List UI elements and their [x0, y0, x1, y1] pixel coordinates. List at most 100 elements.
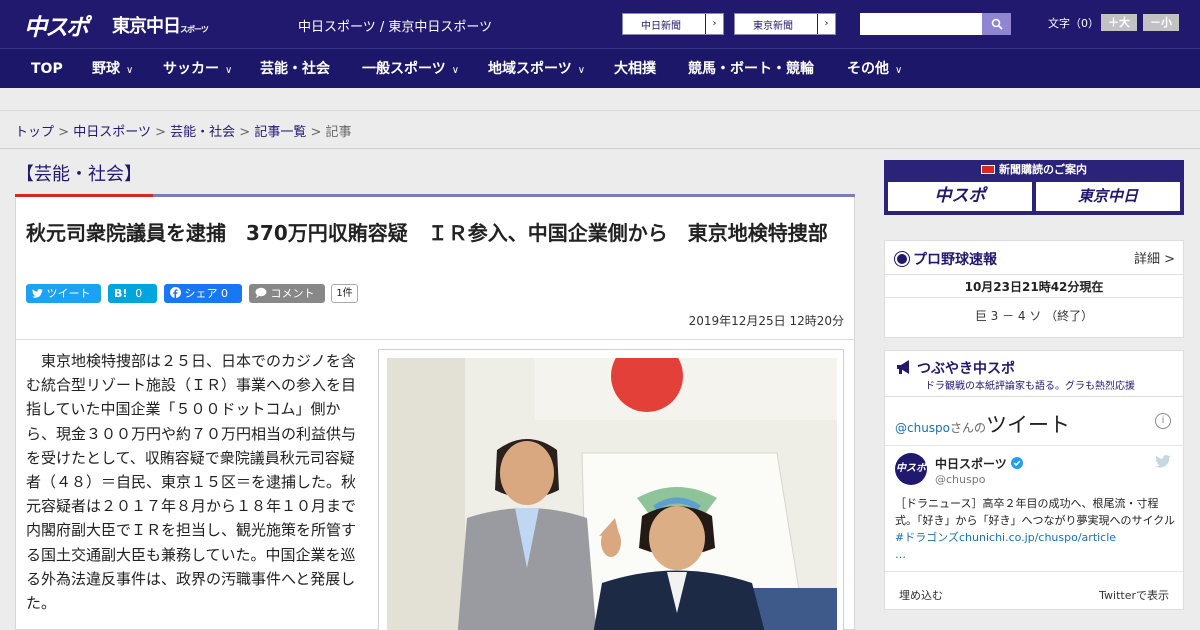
twitter-timeline-header: @chuspoさんのツイート: [895, 409, 1070, 439]
nav-label: 一般スポーツ: [362, 61, 446, 77]
breadcrumb-sep: >: [310, 125, 322, 140]
tweet-more[interactable]: …: [895, 548, 906, 561]
font-size-label: 文字（0）: [1048, 17, 1099, 30]
twitter-widget: つぶやき中スポ ドラ観戦の本紙評論家も語る。グラも熱烈応援 @chuspoさんの…: [884, 350, 1184, 610]
twitter-header-divider: [885, 445, 1183, 446]
font-increase-button[interactable]: ＋大: [1101, 14, 1137, 31]
baseball-title-text: プロ野球速報: [913, 252, 997, 268]
newspaper-icon: [981, 165, 995, 174]
tokyo-shimbun-link[interactable]: 東京新聞 ›: [734, 13, 836, 35]
subscription-tokyo-chunichi[interactable]: 東京中日: [1036, 182, 1180, 211]
nav-item-top[interactable]: TOP: [31, 49, 63, 89]
tweet-author-handle[interactable]: @chuspo: [935, 473, 985, 486]
hatena-button[interactable]: B! 0: [108, 284, 157, 303]
chevron-down-icon: ∨: [577, 65, 586, 76]
main-nav: TOP 野球 ∨ サッカー ∨ 芸能・社会 一般スポーツ ∨ 地域スポーツ ∨ 大相撲 …: [0, 48, 1200, 88]
site-title[interactable]: 中日スポーツ / 東京中日スポーツ: [298, 16, 492, 35]
nav-label: 野球: [92, 61, 120, 77]
subscription-label: 新聞購読のご案内: [884, 161, 1184, 177]
nav-label: 競馬・ボート・競輪: [688, 61, 814, 77]
breadcrumb-article-list[interactable]: 記事一覧: [254, 125, 306, 140]
article-body: 東京地検特捜部は２５日、日本でのカジノを含む統合型リゾート施設（ＩＲ）事業への参…: [26, 352, 357, 613]
baseball-icon: [895, 252, 909, 266]
speech-bubble-icon: [255, 287, 267, 298]
article-photo[interactable]: [378, 349, 844, 630]
nav-item-soccer[interactable]: サッカー ∨: [163, 49, 232, 89]
nav-label: TOP: [31, 61, 63, 77]
twitter-widget-divider: [885, 396, 1183, 397]
article-card: 秋元司衆院議員を逮捕 370万円収賄容疑 ＩＲ参入、中国企業側から 東京地検特捜…: [15, 197, 855, 630]
chevron-right-icon: ›: [705, 14, 723, 34]
baseball-more-link[interactable]: 詳細 >: [1134, 248, 1175, 267]
tweet-text: ［ドラニュース］高卒２年目の成功へ、根尾流・寸程式。「好き」から「好き」へつなが…: [895, 495, 1177, 563]
article-date: 2019年12月25日 12時20分: [688, 314, 844, 328]
article-divider: [16, 339, 854, 340]
twitter-bird-icon[interactable]: [1155, 455, 1171, 468]
breadcrumb-entertainment[interactable]: 芸能・社会: [170, 125, 235, 140]
baseball-scores-box: プロ野球速報 詳細 > 10月23日21時42分現在 巨 3 － 4 ソ （終了…: [884, 240, 1184, 338]
nav-item-general-sports[interactable]: 一般スポーツ ∨: [362, 49, 459, 89]
verified-badge-icon: [1010, 457, 1023, 469]
search-button[interactable]: [982, 13, 1011, 35]
breadcrumb-sep: >: [155, 125, 166, 140]
breadcrumb-bar: トップ > 中日スポーツ > 芸能・社会 > 記事一覧 > 記事: [0, 111, 1200, 149]
tweet-author-name-text: 中日スポーツ: [935, 457, 1007, 471]
chunichi-shimbun-link[interactable]: 中日新聞 ›: [622, 13, 724, 35]
facebook-share-count: 0: [221, 287, 228, 300]
search-input[interactable]: [860, 13, 982, 35]
twitter-embed-link[interactable]: 埋め込む: [899, 587, 943, 603]
comment-count-badge[interactable]: 1件: [331, 284, 358, 303]
comment-button[interactable]: コメント: [249, 284, 325, 303]
breadcrumb-sep: >: [58, 125, 70, 140]
twitter-view-link[interactable]: Twitterで表示: [1099, 587, 1169, 603]
subscription-text: 新聞購読のご案内: [999, 163, 1087, 176]
tweet-text-body: ［ドラニュース］高卒２年目の成功へ、根尾流・寸程式。「好き」から「好き」へつなが…: [895, 497, 1175, 527]
twitter-widget-subtitle: ドラ観戦の本紙評論家も語る。グラも熱烈応援: [925, 381, 1135, 392]
tokyo-chunichi-logo[interactable]: 東京中日スポーツ: [112, 12, 209, 38]
chevron-down-icon: ∨: [126, 65, 134, 76]
baseball-score[interactable]: 巨 3 － 4 ソ （終了）: [885, 307, 1183, 324]
twitter-header-title: ツイート: [986, 413, 1071, 437]
nav-label: 地域スポーツ: [488, 61, 572, 77]
twitter-widget-title: つぶやき中スポ: [917, 361, 1015, 377]
article-photo-image: [387, 358, 837, 630]
nav-label: その他: [847, 61, 889, 77]
tweet-link[interactable]: #ドラゴンズchunichi.co.jp/chuspo/article: [895, 531, 1116, 544]
chuspo-logo[interactable]: 中スポ: [24, 8, 89, 42]
facebook-share-button[interactable]: シェア 0: [164, 284, 242, 303]
article-headline: 秋元司衆院議員を逮捕 370万円収賄容疑 ＩＲ参入、中国企業側から 東京地検特捜…: [26, 221, 828, 245]
subscription-chuspo[interactable]: 中スポ: [888, 182, 1032, 211]
chevron-down-icon: ∨: [895, 65, 903, 76]
facebook-share-label: シェア: [184, 287, 218, 300]
baseball-title: プロ野球速報: [895, 249, 997, 269]
twitter-header-san: さんの: [950, 421, 987, 435]
tokyo-chunichi-logo-text: 東京中日: [112, 16, 181, 37]
breadcrumb-chuspo[interactable]: 中日スポーツ: [73, 125, 151, 140]
nav-item-racing[interactable]: 競馬・ボート・競輪: [688, 49, 814, 89]
facebook-icon: [170, 287, 181, 298]
nav-item-local-sports[interactable]: 地域スポーツ ∨: [488, 49, 585, 89]
breadcrumb-top[interactable]: トップ: [15, 125, 54, 140]
subscription-banner[interactable]: 新聞購読のご案内 中スポ 東京中日: [884, 160, 1184, 215]
search-icon: [991, 18, 1003, 30]
chevron-right-icon: ›: [817, 14, 835, 34]
tweet-label: ツイート: [46, 287, 91, 300]
breadcrumb: トップ > 中日スポーツ > 芸能・社会 > 記事一覧 > 記事: [15, 121, 352, 140]
nav-label: 大相撲: [614, 61, 656, 77]
tweet-button[interactable]: ツイート: [26, 284, 101, 303]
nav-item-entertainment[interactable]: 芸能・社会: [260, 49, 330, 89]
nav-item-baseball[interactable]: 野球 ∨: [92, 49, 133, 89]
info-icon[interactable]: i: [1155, 413, 1171, 429]
nav-item-other[interactable]: その他 ∨: [847, 49, 902, 89]
photo-illustration: [387, 358, 837, 630]
chevron-down-icon: ∨: [451, 65, 460, 76]
breadcrumb-sep: >: [239, 125, 251, 140]
nav-item-sumo[interactable]: 大相撲: [614, 49, 656, 89]
hatena-count: 0: [135, 287, 143, 300]
chunichi-shimbun-label: 中日新聞: [641, 21, 681, 32]
twitter-header-user[interactable]: @chuspo: [895, 421, 950, 435]
tweet-author-name[interactable]: 中日スポーツ: [935, 455, 1023, 472]
avatar[interactable]: 中スポ: [895, 453, 927, 485]
chevron-down-icon: ∨: [225, 65, 233, 76]
font-decrease-button[interactable]: －小: [1143, 14, 1179, 31]
